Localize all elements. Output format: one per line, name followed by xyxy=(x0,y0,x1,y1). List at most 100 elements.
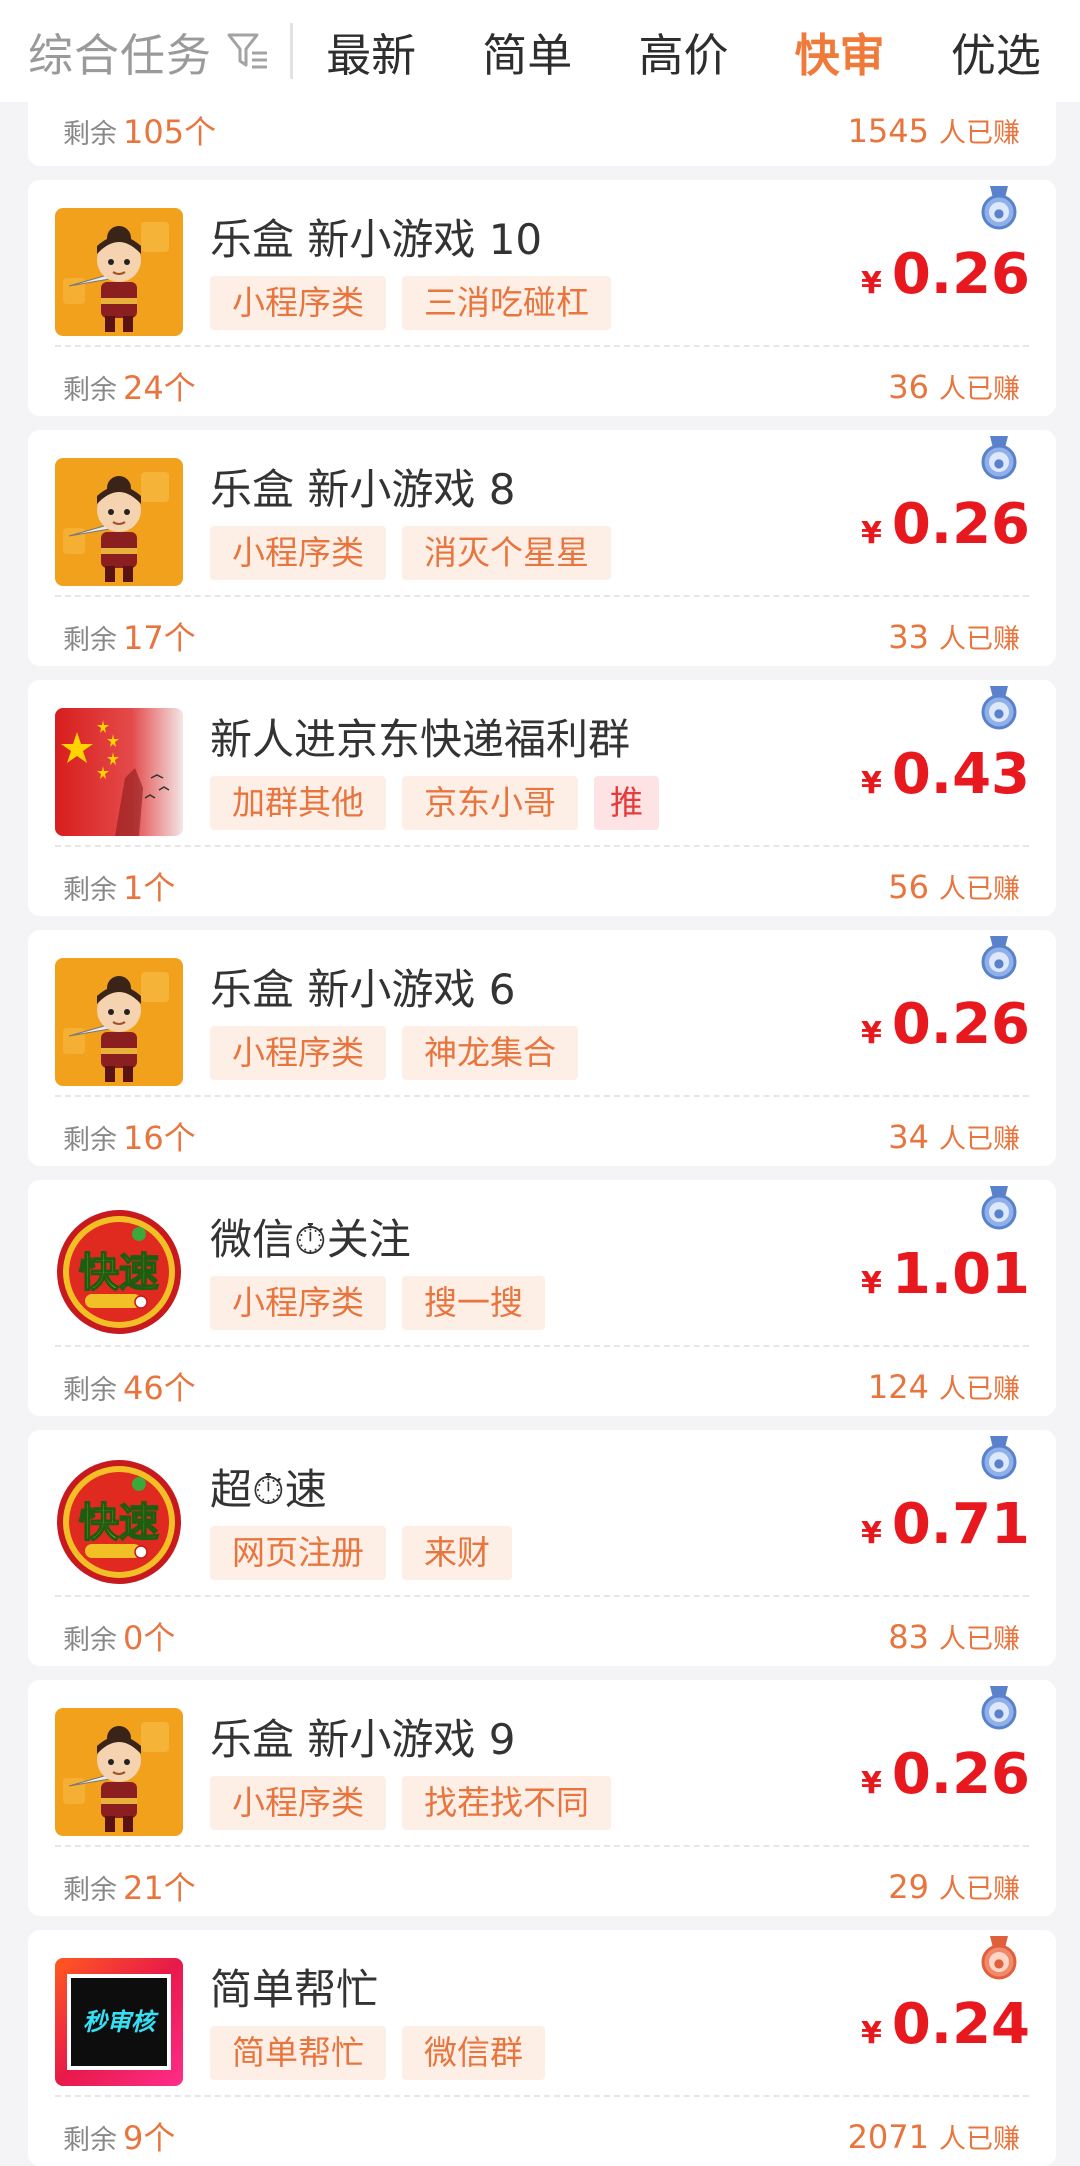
price-value: 0.26 xyxy=(891,242,1030,307)
task-tag: 神龙集合 xyxy=(402,1026,578,1080)
earned-text: 1545 人已赚 xyxy=(848,111,1020,150)
task-tags: 网页注册 来财 xyxy=(210,1526,512,1580)
card-footer: 剩余 17个 33 人已赚 xyxy=(63,606,1020,666)
svg-text:秒审核: 秒审核 xyxy=(83,2008,159,2036)
task-card[interactable]: 乐盒 新小游戏 8 小程序类 消灭个星星 ● ¥0.26 剩余 17个 33 人已赚 xyxy=(28,430,1056,666)
svg-text:●: ● xyxy=(994,206,1004,220)
remain-count: 24个 xyxy=(123,369,196,407)
task-tags: 简单帮忙 微信群 xyxy=(210,2026,545,2080)
card-divider xyxy=(55,1845,1029,1847)
earned-label: 人已赚 xyxy=(939,623,1020,655)
currency-symbol: ¥ xyxy=(860,1266,882,1301)
remain-text: 剩余 9个 xyxy=(63,2113,175,2159)
earned-count: 124 xyxy=(867,1367,929,1406)
card-footer: 剩余 24个 36 人已赚 xyxy=(63,356,1020,416)
top-nav: 综合任务 最新 简单 高价 快审 优选 xyxy=(0,0,1080,102)
task-tags: 小程序类 找茬找不同 xyxy=(210,1776,611,1830)
remain-text: 剩余 21个 xyxy=(63,1863,196,1909)
kuaisu-badge-icon: 快速 xyxy=(55,1458,183,1586)
task-title: 微信⏱关注 xyxy=(210,1215,411,1264)
earned-count: 29 xyxy=(888,1867,929,1906)
task-tag: 京东小哥 xyxy=(402,776,578,830)
remain-label: 剩余 xyxy=(63,1875,117,1906)
ninja-game-icon xyxy=(55,1708,183,1836)
earned-count: 83 xyxy=(888,1617,929,1656)
filter-icon xyxy=(227,33,268,69)
filter-dropdown[interactable]: 综合任务 xyxy=(0,0,290,102)
task-tag: 小程序类 xyxy=(210,1276,386,1330)
remain-text: 剩余 105个 xyxy=(63,107,216,153)
silver-medal-icon: ● xyxy=(981,686,1017,730)
currency-symbol: ¥ xyxy=(860,1016,882,1051)
card-footer: 剩余 0个 83 人已赚 xyxy=(63,1606,1020,1666)
task-card[interactable]: 新人进京东快递福利群 加群其他 京东小哥推 ● ¥0.43 剩余 1个 56 人已赚 xyxy=(28,680,1056,916)
card-footer: 剩余 21个 29 人已赚 xyxy=(63,1856,1020,1916)
task-card[interactable]: 乐盒 新小游戏 9 小程序类 找茬找不同 ● ¥0.26 剩余 21个 29 人已赚 xyxy=(28,1680,1056,1916)
task-price: ¥1.01 xyxy=(861,1242,1030,1307)
svg-text:●: ● xyxy=(994,456,1004,470)
earned-text: 36 人已赚 xyxy=(888,367,1020,406)
price-value: 0.71 xyxy=(891,1492,1030,1557)
tab-3[interactable]: 快审 xyxy=(795,19,885,84)
task-card[interactable]: 秒审核 简单帮忙 简单帮忙 微信群 ● ¥0.24 剩余 9个 2071 人已赚 xyxy=(28,1930,1056,2166)
earned-text: 124 人已赚 xyxy=(868,1367,1020,1406)
task-card[interactable]: 乐盒 新小游戏 10 小程序类 三消吃碰杠 ● ¥0.26 剩余 24个 36 人已赚 xyxy=(28,180,1056,416)
remain-text: 剩余 17个 xyxy=(63,613,196,659)
earned-label: 人已赚 xyxy=(939,873,1020,905)
price-value: 0.26 xyxy=(891,992,1030,1057)
svg-text:●: ● xyxy=(994,1706,1004,1720)
price-value: 1.01 xyxy=(891,1242,1030,1307)
task-tag: 小程序类 xyxy=(210,276,386,330)
task-title: 乐盒 新小游戏 8 xyxy=(210,465,516,514)
task-card-partial[interactable]: 剩余 105个 1545 人已赚 xyxy=(28,94,1056,166)
remain-text: 剩余 0个 xyxy=(63,1613,175,1659)
remain-count: 105个 xyxy=(123,113,217,151)
ninja-game-icon xyxy=(55,458,183,586)
earned-text: 29 人已赚 xyxy=(888,1867,1020,1906)
task-card[interactable]: 乐盒 新小游戏 6 小程序类 神龙集合 ● ¥0.26 剩余 16个 34 人已赚 xyxy=(28,930,1056,1166)
remain-count: 9个 xyxy=(123,2119,176,2157)
remain-count: 16个 xyxy=(123,1119,196,1157)
task-title: 乐盒 新小游戏 10 xyxy=(210,215,543,264)
task-tag: 加群其他 xyxy=(210,776,386,830)
remain-label: 剩余 xyxy=(63,2125,117,2156)
silver-medal-icon: ● xyxy=(981,186,1017,230)
tab-4[interactable]: 优选 xyxy=(951,19,1041,84)
task-tag: 网页注册 xyxy=(210,1526,386,1580)
ninja-game-icon xyxy=(55,208,183,336)
task-price: ¥0.43 xyxy=(861,742,1030,807)
remain-count: 17个 xyxy=(123,619,196,657)
task-title: 乐盒 新小游戏 9 xyxy=(210,1715,516,1764)
earned-label: 人已赚 xyxy=(939,1873,1020,1905)
earned-text: 34 人已赚 xyxy=(888,1117,1020,1156)
currency-symbol: ¥ xyxy=(860,266,882,301)
tab-0[interactable]: 最新 xyxy=(326,19,416,84)
silver-medal-icon: ● xyxy=(981,1186,1017,1230)
earned-count: 36 xyxy=(888,367,929,406)
tab-2[interactable]: 高价 xyxy=(638,19,728,84)
task-tags: 小程序类 神龙集合 xyxy=(210,1026,578,1080)
card-divider xyxy=(55,2095,1029,2097)
task-price: ¥0.71 xyxy=(861,1492,1030,1557)
card-divider xyxy=(55,1595,1029,1597)
card-divider xyxy=(55,345,1029,347)
remain-label: 剩余 xyxy=(63,375,117,406)
task-tag: 搜一搜 xyxy=(402,1276,545,1330)
card-footer: 剩余 1个 56 人已赚 xyxy=(63,856,1020,916)
earned-count: 33 xyxy=(888,617,929,656)
price-value: 0.26 xyxy=(891,492,1030,557)
silver-medal-icon: ● xyxy=(981,936,1017,980)
task-tag: 来财 xyxy=(402,1526,512,1580)
task-price: ¥0.24 xyxy=(861,1992,1030,2057)
currency-symbol: ¥ xyxy=(860,1516,882,1551)
tab-1[interactable]: 简单 xyxy=(482,19,572,84)
earned-text: 83 人已赚 xyxy=(888,1617,1020,1656)
remain-label: 剩余 xyxy=(63,875,117,906)
silver-medal-icon: ● xyxy=(981,1436,1017,1480)
price-value: 0.43 xyxy=(891,742,1030,807)
task-tag: 微信群 xyxy=(402,2026,545,2080)
task-card[interactable]: 快速 微信⏱关注 小程序类 搜一搜 ● ¥1.01 剩余 46个 124 人已赚 xyxy=(28,1180,1056,1416)
task-card[interactable]: 快速 超⏱速 网页注册 来财 ● ¥0.71 剩余 0个 83 人已赚 xyxy=(28,1430,1056,1666)
task-title: 新人进京东快递福利群 xyxy=(210,715,631,764)
card-divider xyxy=(55,595,1029,597)
